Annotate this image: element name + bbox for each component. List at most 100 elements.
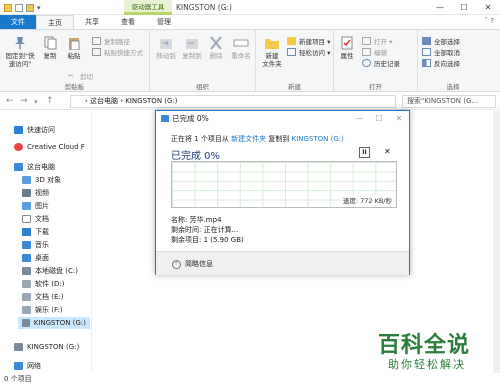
- organize-group-label: 组织: [196, 83, 209, 91]
- copy-to-icon: [186, 39, 198, 49]
- less-details-button[interactable]: ⌃ 简略信息: [172, 259, 213, 269]
- sidebar-item-documents[interactable]: 文档: [22, 214, 49, 224]
- move-to-button[interactable]: 移动到: [155, 36, 177, 60]
- pin-quick-access-button[interactable]: 固定到"快 速访问": [4, 36, 36, 68]
- select-none-button[interactable]: 全部取消: [422, 47, 460, 57]
- sidebar-item-downloads[interactable]: 下载: [22, 227, 49, 237]
- history-icon: [362, 59, 371, 67]
- select-group-label: 选择: [446, 83, 460, 91]
- properties-qat-icon[interactable]: [15, 4, 23, 12]
- cancel-button[interactable]: ✕: [384, 147, 391, 156]
- navigation-pane: 快速访问 Creative Cloud F 这台电脑 3D 对象 视频 图片 文…: [0, 111, 92, 373]
- delete-button[interactable]: 删除: [206, 36, 226, 60]
- sidebar-item-desktop[interactable]: 桌面: [22, 253, 49, 263]
- sidebar-item-drive-d[interactable]: 软件 (D:): [22, 279, 64, 289]
- sidebar-item-quick-access[interactable]: 快速访问: [14, 125, 55, 135]
- copy-to-button[interactable]: 复制到: [181, 36, 203, 60]
- select-none-icon: [422, 48, 431, 56]
- ribbon-collapse-icon[interactable]: ˆ ?: [485, 17, 494, 25]
- address-bar[interactable]: › 这台电脑 › KINGSTON (G:): [70, 95, 396, 108]
- tab-manage[interactable]: 管理: [146, 15, 182, 29]
- desktop-icon: [22, 254, 31, 262]
- sidebar-item-kingston[interactable]: KINGSTON (G:): [14, 343, 79, 351]
- paste-shortcut-button[interactable]: 粘贴快捷方式: [92, 47, 143, 57]
- dialog-minimize-button[interactable]: —: [349, 111, 369, 126]
- drive-icon: [22, 293, 31, 301]
- edit-button[interactable]: 编辑: [362, 47, 387, 57]
- sidebar-item-videos[interactable]: 视频: [22, 188, 49, 198]
- invert-selection-button[interactable]: 反向选择: [422, 58, 460, 68]
- music-icon: [22, 241, 31, 249]
- up-button[interactable]: ↑: [46, 96, 54, 106]
- copy-icon: [44, 36, 57, 50]
- minimize-button[interactable]: —: [428, 0, 452, 15]
- sidebar-item-this-pc[interactable]: 这台电脑: [14, 162, 55, 172]
- search-input[interactable]: 搜索"KINGSTON (G...: [402, 95, 496, 108]
- qat-dropdown-icon[interactable]: ▾: [37, 4, 41, 12]
- maximize-button[interactable]: ☐: [452, 0, 476, 15]
- sidebar-item-pictures[interactable]: 图片: [22, 201, 49, 211]
- delete-icon: [210, 36, 222, 50]
- organize-group: 移动到 复制到 删除 重命名 组织: [150, 30, 256, 92]
- folder-qat-icon[interactable]: [26, 4, 34, 12]
- less-details-bar: ⌃ 简略信息: [156, 251, 409, 275]
- tab-view[interactable]: 查看: [110, 15, 146, 29]
- source-link[interactable]: 新建文件夹: [231, 135, 266, 143]
- new-item-button[interactable]: 新建项目 ▾: [287, 36, 330, 46]
- pause-button[interactable]: II: [359, 147, 370, 158]
- cloud-icon: [14, 143, 23, 151]
- file-name: 名称: 芳华.mp4: [171, 216, 222, 224]
- clipboard-group-label: 剪贴板: [64, 83, 85, 91]
- paste-button[interactable]: 粘贴: [64, 36, 84, 60]
- sidebar-item-creative-cloud[interactable]: Creative Cloud F: [14, 143, 85, 151]
- rename-button[interactable]: 重命名: [229, 36, 253, 60]
- cut-button[interactable]: ✂ 剪切: [68, 71, 93, 81]
- recent-dropdown-icon[interactable]: ▾: [34, 98, 38, 106]
- tab-share[interactable]: 共享: [74, 15, 110, 29]
- close-button[interactable]: ✕: [476, 0, 500, 15]
- copy-path-button[interactable]: 复制路径: [92, 36, 130, 46]
- new-folder-button[interactable]: 新建 文件夹: [260, 36, 284, 68]
- open-button[interactable]: 打开 ▾: [362, 36, 392, 46]
- sidebar-item-drive-c[interactable]: 本地磁盘 (C:): [22, 266, 78, 276]
- open-group: 属性 打开 ▾ 编辑 历史记录 打开: [334, 30, 418, 92]
- forward-button[interactable]: →: [20, 96, 28, 106]
- dialog-title-bar: 已完成 0% — ☐ ✕: [156, 111, 409, 126]
- sidebar-item-3d-objects[interactable]: 3D 对象: [22, 175, 61, 185]
- window-title: KINGSTON (G:): [176, 3, 232, 12]
- paste-shortcut-icon: [92, 48, 101, 56]
- scrollbar[interactable]: [493, 111, 500, 373]
- sidebar-item-network[interactable]: 网络: [14, 361, 41, 371]
- dialog-close-button[interactable]: ✕: [389, 111, 409, 126]
- pictures-icon: [22, 202, 31, 210]
- tab-home[interactable]: 主页: [36, 15, 74, 29]
- copy-description: 正在将 1 个项目从 新建文件夹 复制到 KINGSTON (G:): [171, 135, 344, 143]
- sidebar-item-drive-e[interactable]: 文档 (E:): [22, 292, 63, 302]
- select-all-button[interactable]: 全部选择: [422, 36, 460, 46]
- invert-selection-icon: [422, 59, 431, 67]
- new-group: 新建 文件夹 新建项目 ▾ 轻松访问 ▾ 新建: [256, 30, 334, 92]
- destination-link[interactable]: KINGSTON (G:): [292, 135, 344, 143]
- copy-path-icon: [92, 37, 101, 45]
- sidebar-item-music[interactable]: 音乐: [22, 240, 49, 250]
- computer-icon: [14, 163, 23, 171]
- copy-progress-dialog: 已完成 0% — ☐ ✕ 正在将 1 个项目从 新建文件夹 复制到 KINGST…: [155, 110, 410, 275]
- tab-file[interactable]: 文件: [0, 15, 36, 29]
- sidebar-item-kingston-selected[interactable]: KINGSTON (G:): [18, 317, 90, 329]
- history-button[interactable]: 历史记录: [362, 58, 400, 68]
- dialog-maximize-button[interactable]: ☐: [369, 111, 389, 126]
- cube-icon: [22, 176, 31, 184]
- copy-button[interactable]: 复制: [40, 36, 60, 60]
- pin-icon: [15, 37, 25, 49]
- new-folder-icon: [265, 39, 279, 49]
- easy-access-icon: [287, 48, 296, 56]
- properties-button[interactable]: 属性: [337, 36, 357, 60]
- copy-icon: [161, 115, 169, 122]
- drive-icon: [22, 267, 31, 275]
- easy-access-button[interactable]: 轻松访问 ▾: [287, 47, 330, 57]
- watermark-slogan: 助你轻松解决: [388, 358, 466, 371]
- item-count: 0 个项目: [4, 375, 32, 383]
- new-group-label: 新建: [288, 83, 301, 91]
- sidebar-item-drive-f[interactable]: 娱乐 (F:): [22, 305, 63, 315]
- back-button[interactable]: ←: [6, 96, 14, 106]
